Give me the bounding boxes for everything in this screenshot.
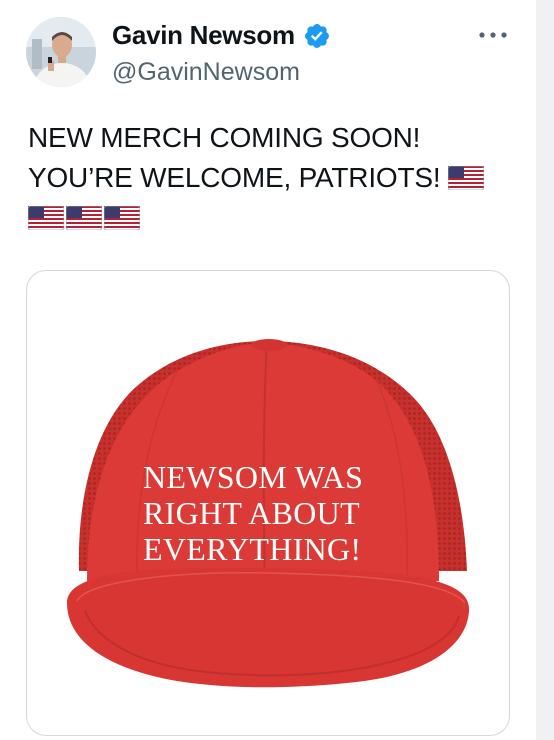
author-display-name[interactable]: Gavin Newsom <box>112 20 295 51</box>
author-name-row[interactable]: Gavin Newsom <box>112 20 331 51</box>
more-options-button[interactable] <box>476 18 510 52</box>
right-scrollbar-rail <box>536 0 554 740</box>
tweet-text-line-1: NEW MERCH COMING SOON! <box>28 122 421 153</box>
tweet-text-line-3 <box>28 198 518 238</box>
author-handle[interactable]: @GavinNewsom <box>112 58 300 87</box>
more-horizontal-icon <box>479 32 507 38</box>
avatar[interactable] <box>26 17 96 87</box>
hat-slogan: NEWSOM WAS RIGHT ABOUT EVERYTHING! <box>143 459 443 567</box>
tweet-text-line-2-text: YOU’RE WELCOME, PATRIOTS! <box>28 162 441 193</box>
hat-slogan-line-1: NEWSOM WAS <box>143 459 364 495</box>
verified-badge-icon <box>304 23 329 48</box>
us-flag-icon <box>28 206 64 230</box>
tweet-text-line-2: YOU’RE WELCOME, PATRIOTS! <box>28 158 518 198</box>
us-flag-icon <box>448 166 485 190</box>
profile-photo <box>26 17 96 87</box>
tweet-card[interactable]: Gavin Newsom @GavinNewsom NEW MERCH COMI… <box>0 0 536 740</box>
hat-slogan-line-2: RIGHT ABOUT <box>143 495 360 531</box>
hat-slogan-line-3: EVERYTHING! <box>143 531 362 567</box>
tweet-text: NEW MERCH COMING SOON! YOU’RE WELCOME, P… <box>28 118 518 238</box>
us-flag-icon <box>66 206 102 230</box>
us-flag-icon <box>104 206 140 230</box>
tweet-media-image[interactable]: NEWSOM WAS RIGHT ABOUT EVERYTHING! <box>26 270 510 736</box>
